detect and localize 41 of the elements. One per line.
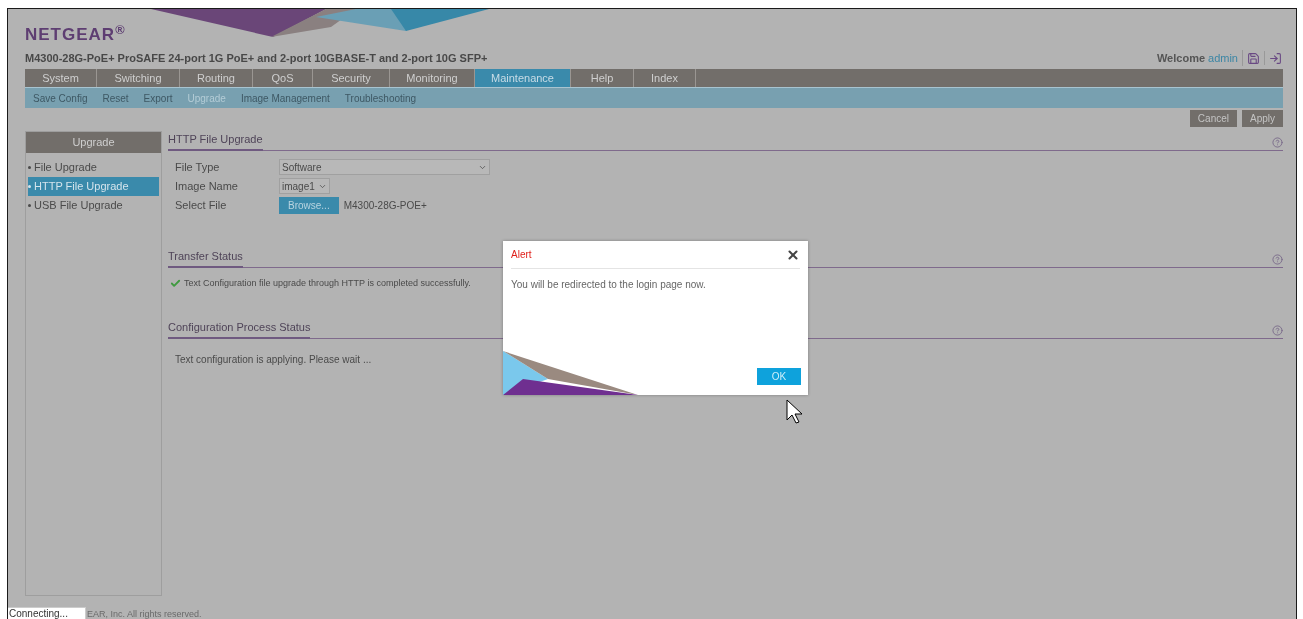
field-label: File Type	[175, 159, 221, 175]
field-label: Select File	[175, 197, 228, 213]
action-button[interactable]: Cancel	[1189, 110, 1237, 127]
exit-icon[interactable]	[1269, 51, 1282, 65]
sub-nav-link[interactable]: Save Config	[33, 90, 88, 106]
welcome-text: Welcome	[1156, 50, 1206, 66]
floppy-icon[interactable]	[1247, 51, 1260, 65]
section-title: HTTP File Upgrade	[168, 131, 263, 151]
file-type-select[interactable]: Software	[279, 159, 490, 175]
dialog-message: You will be redirected to the login page now.	[511, 278, 707, 292]
sub-nav-link[interactable]: Image Management	[240, 90, 330, 106]
sub-nav-link[interactable]: Reset	[102, 90, 129, 106]
cursor-icon	[786, 399, 804, 425]
status-message: Text Configuration file upgrade through HTTP is completed successfully.	[184, 276, 471, 290]
sidebar-title: Upgrade	[26, 132, 161, 153]
status-message: Text configuration is applying. Please wait ...	[174, 352, 372, 367]
user-link[interactable]: admin	[1208, 49, 1243, 67]
logo: NETGEAR$^{®}$	[25, 25, 126, 44]
sidebar-item[interactable]: File Upgrade	[28, 158, 159, 177]
action-button[interactable]: Apply	[1242, 110, 1283, 127]
product-title: M4300-28G-PoE+ ProSAFE 24-port 1G PoE+ and 2-port 10GBASE-T and 2-port 10G SFP+	[25, 50, 489, 66]
help-icon[interactable]	[1272, 324, 1283, 336]
field-label: Image Name	[175, 178, 239, 194]
dialog-title: Alert	[511, 248, 532, 262]
ok-button[interactable]: OK	[757, 368, 801, 385]
sub-nav-link[interactable]: Upgrade	[187, 90, 226, 106]
sub-nav-link[interactable]: Export	[143, 90, 173, 106]
help-icon[interactable]	[1272, 253, 1283, 265]
nav-tab[interactable]: Maintenance	[475, 69, 571, 87]
file-name: M4300-28G-POE+	[343, 198, 427, 213]
connection-status: Connecting...	[8, 607, 86, 619]
image-name-select[interactable]: image1	[279, 178, 330, 194]
section-title: Transfer Status	[168, 248, 243, 268]
close-icon[interactable]	[786, 247, 800, 262]
browse-button[interactable]: Browse...	[279, 196, 339, 214]
sidebar-item[interactable]: USB File Upgrade	[28, 196, 159, 215]
sub-nav-link[interactable]: Troubleshooting	[344, 90, 417, 106]
help-icon[interactable]	[1272, 136, 1283, 148]
section-title: Configuration Process Status	[168, 319, 311, 339]
copyright-text: EAR, Inc. All rights reserved.	[86, 609, 202, 619]
sidebar-item[interactable]: HTTP File Upgrade	[28, 177, 159, 196]
